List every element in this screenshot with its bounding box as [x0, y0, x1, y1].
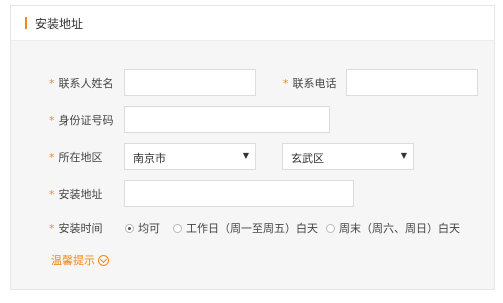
- contact-name-input[interactable]: [124, 69, 256, 96]
- required-marker: *: [49, 222, 55, 235]
- region-label: * 所在地区: [49, 151, 103, 164]
- header-accent-bar: [25, 17, 27, 29]
- required-marker: *: [49, 151, 55, 164]
- address-input[interactable]: [124, 180, 354, 207]
- address-label: * 安装地址: [49, 188, 103, 201]
- radio-checked-icon: [125, 223, 134, 233]
- install-time-option-weekday[interactable]: 工作日（周一至周五）白天: [173, 220, 318, 236]
- required-marker: *: [49, 77, 55, 90]
- contact-name-label: * 联系人姓名: [49, 77, 114, 90]
- id-number-label: * 身份证号码: [49, 114, 114, 127]
- city-select[interactable]: 南京市 ▼: [124, 143, 256, 170]
- required-marker: *: [49, 114, 55, 127]
- section-title: 安装地址: [35, 17, 84, 31]
- dropdown-arrow-icon: ▼: [400, 151, 407, 160]
- id-number-input[interactable]: [124, 106, 330, 133]
- radio-unchecked-icon: [326, 223, 335, 233]
- chevron-down-circle-icon: [98, 254, 109, 266]
- install-time-option-weekend[interactable]: 周末（周六、周日）白天: [326, 220, 460, 236]
- install-time-option-any[interactable]: 均可: [125, 220, 160, 236]
- district-select[interactable]: 玄武区 ▼: [282, 143, 414, 170]
- required-marker: *: [283, 77, 289, 90]
- install-time-label: * 安装时间: [49, 222, 103, 235]
- radio-unchecked-icon: [173, 223, 182, 233]
- install-address-panel: 安装地址 * 联系人姓名 * 联系电话 * 身份证号码 * 所在地区 南京市 ▼ 玄武区…: [10, 5, 495, 290]
- contact-phone-input[interactable]: [346, 69, 478, 96]
- panel-header: 安装地址: [11, 6, 494, 41]
- district-select-value: 玄武区: [291, 152, 324, 165]
- contact-phone-label: * 联系电话: [283, 77, 337, 90]
- required-marker: *: [49, 188, 55, 201]
- city-select-value: 南京市: [133, 152, 166, 165]
- dropdown-arrow-icon: ▼: [242, 151, 249, 160]
- tips-toggle[interactable]: 温馨提示: [51, 252, 109, 268]
